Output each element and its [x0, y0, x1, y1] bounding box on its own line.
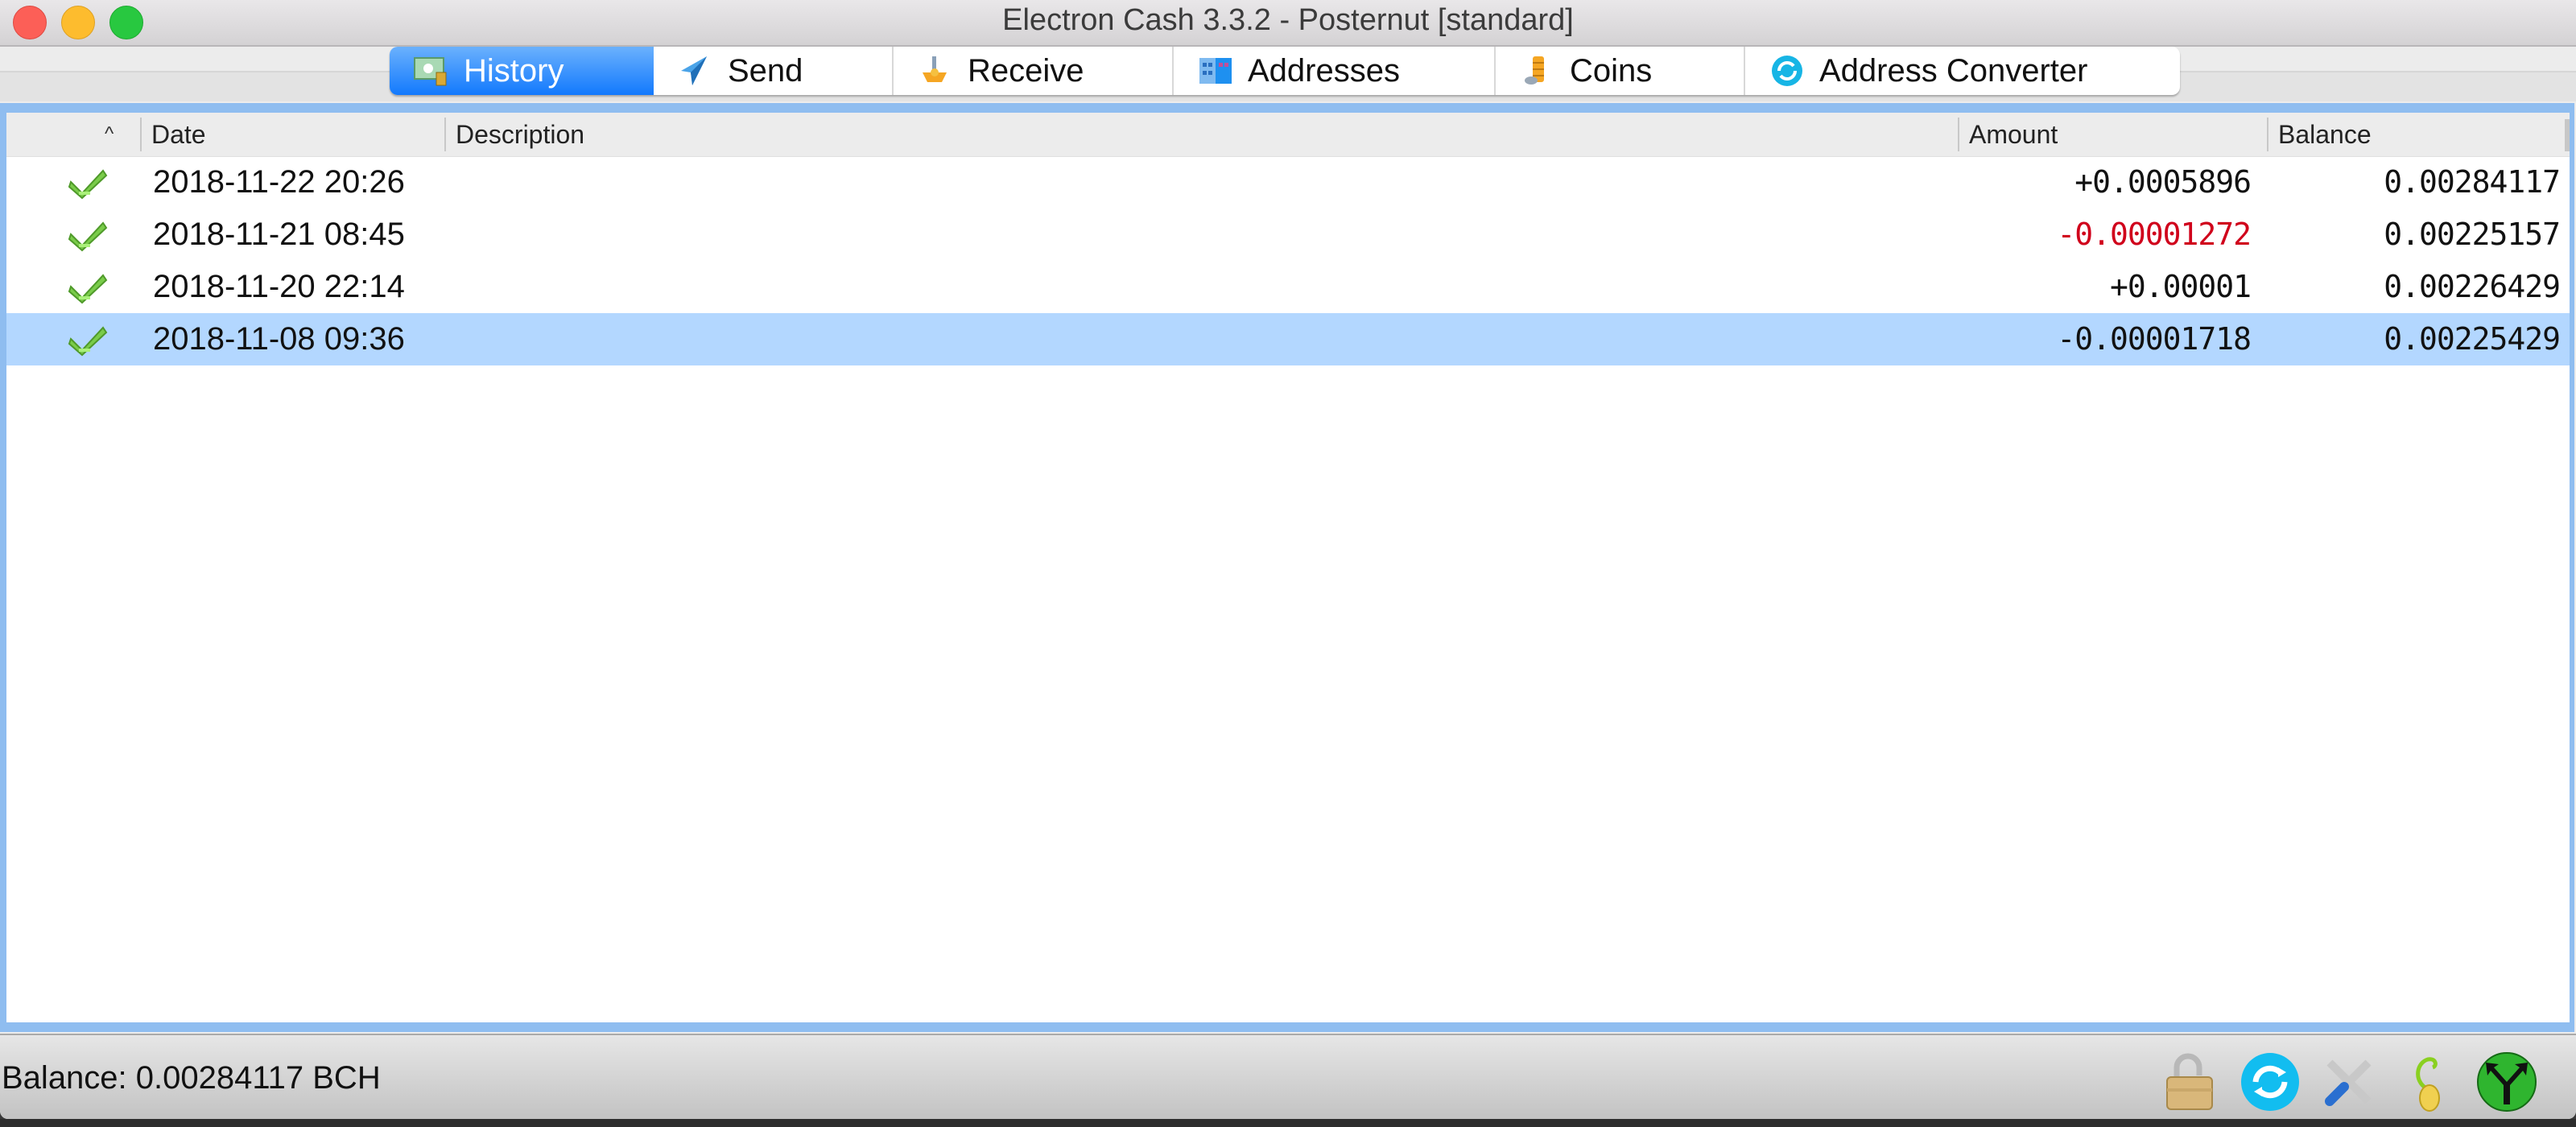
tab-bar: History Send Receive Addresses Coins Add…	[390, 47, 2180, 95]
tab-history-label: History	[464, 52, 564, 89]
tab-address-converter-label: Address Converter	[1819, 52, 2088, 89]
table-row[interactable]: 2018-11-22 20:26 +0.0005896 0.00284117	[6, 156, 2570, 208]
row-date: 2018-11-22 20:26	[153, 164, 405, 200]
send-icon	[678, 55, 713, 87]
table-row[interactable]: 2018-11-20 22:14 +0.00001 0.00226429	[6, 261, 2570, 313]
confirmed-check-icon	[68, 323, 108, 357]
row-amount: -0.00001718	[2057, 321, 2252, 357]
header-scroll-indicator	[2565, 119, 2570, 151]
column-header-description[interactable]: Description	[444, 113, 1958, 156]
column-header-status[interactable]: ^	[6, 113, 140, 156]
addresses-icon	[1198, 55, 1233, 87]
tab-area: History Send Receive Addresses Coins Add…	[0, 47, 2576, 101]
seed-icon[interactable]	[2397, 1051, 2458, 1113]
network-status-icon[interactable]	[2476, 1051, 2537, 1113]
tab-receive[interactable]: Receive	[894, 47, 1174, 95]
history-icon	[414, 55, 449, 87]
confirmed-check-icon	[68, 218, 108, 252]
status-bar: Balance: 0.00284117 BCH	[0, 1034, 2576, 1119]
tab-send[interactable]: Send	[654, 47, 894, 95]
row-balance: 0.00225429	[2384, 321, 2561, 357]
row-date: 2018-11-08 09:36	[153, 321, 405, 357]
table-row[interactable]: 2018-11-21 08:45 -0.00001272 0.00225157	[6, 208, 2570, 261]
address-converter-icon	[1769, 55, 1805, 87]
history-table[interactable]: ^ Date Description Amount Balance 2018-1…	[6, 113, 2570, 1022]
history-panel-frame: ^ Date Description Amount Balance 2018-1…	[0, 103, 2574, 1032]
row-date: 2018-11-21 08:45	[153, 217, 405, 252]
tab-send-label: Send	[728, 52, 803, 89]
tab-receive-label: Receive	[968, 52, 1084, 89]
lock-open-icon[interactable]	[2161, 1051, 2222, 1113]
confirmed-check-icon	[68, 166, 108, 200]
tab-coins[interactable]: Coins	[1496, 47, 1745, 95]
table-row[interactable]: 2018-11-08 09:36 -0.00001718 0.00225429	[6, 313, 2570, 365]
confirmed-check-icon	[68, 270, 108, 304]
column-header-amount[interactable]: Amount	[1958, 113, 2267, 156]
balance-label: Balance: 0.00284117 BCH	[2, 1060, 381, 1096]
row-amount: -0.00001272	[2057, 217, 2252, 252]
window-title: Electron Cash 3.3.2 - Posternut [standar…	[1002, 3, 1574, 37]
row-balance: 0.00226429	[2384, 269, 2561, 304]
column-header-balance[interactable]: Balance	[2267, 113, 2570, 156]
receive-icon	[918, 55, 953, 87]
electron-cash-window: Electron Cash 3.3.2 - Posternut [standar…	[0, 0, 2576, 1119]
desktop-background	[0, 1119, 2576, 1127]
row-balance: 0.00284117	[2384, 164, 2561, 200]
network-sync-icon[interactable]	[2240, 1051, 2301, 1113]
row-amount: +0.00001	[2109, 269, 2252, 304]
column-header-date[interactable]: Date	[140, 113, 444, 156]
tab-coins-label: Coins	[1570, 52, 1653, 89]
row-date: 2018-11-20 22:14	[153, 269, 405, 304]
tab-history[interactable]: History	[390, 47, 654, 95]
coins-icon	[1520, 55, 1555, 87]
title-bar: Electron Cash 3.3.2 - Posternut [standar…	[0, 0, 2576, 47]
sort-ascending-icon: ^	[105, 123, 114, 145]
row-amount: +0.0005896	[2074, 164, 2252, 200]
table-header: ^ Date Description Amount Balance	[6, 113, 2570, 157]
tab-addresses-label: Addresses	[1248, 52, 1400, 89]
tab-addresses[interactable]: Addresses	[1174, 47, 1496, 95]
status-icons	[2161, 1051, 2537, 1113]
tab-address-converter[interactable]: Address Converter	[1745, 47, 2180, 95]
row-balance: 0.00225157	[2384, 217, 2561, 252]
preferences-tools-icon[interactable]	[2318, 1051, 2380, 1113]
